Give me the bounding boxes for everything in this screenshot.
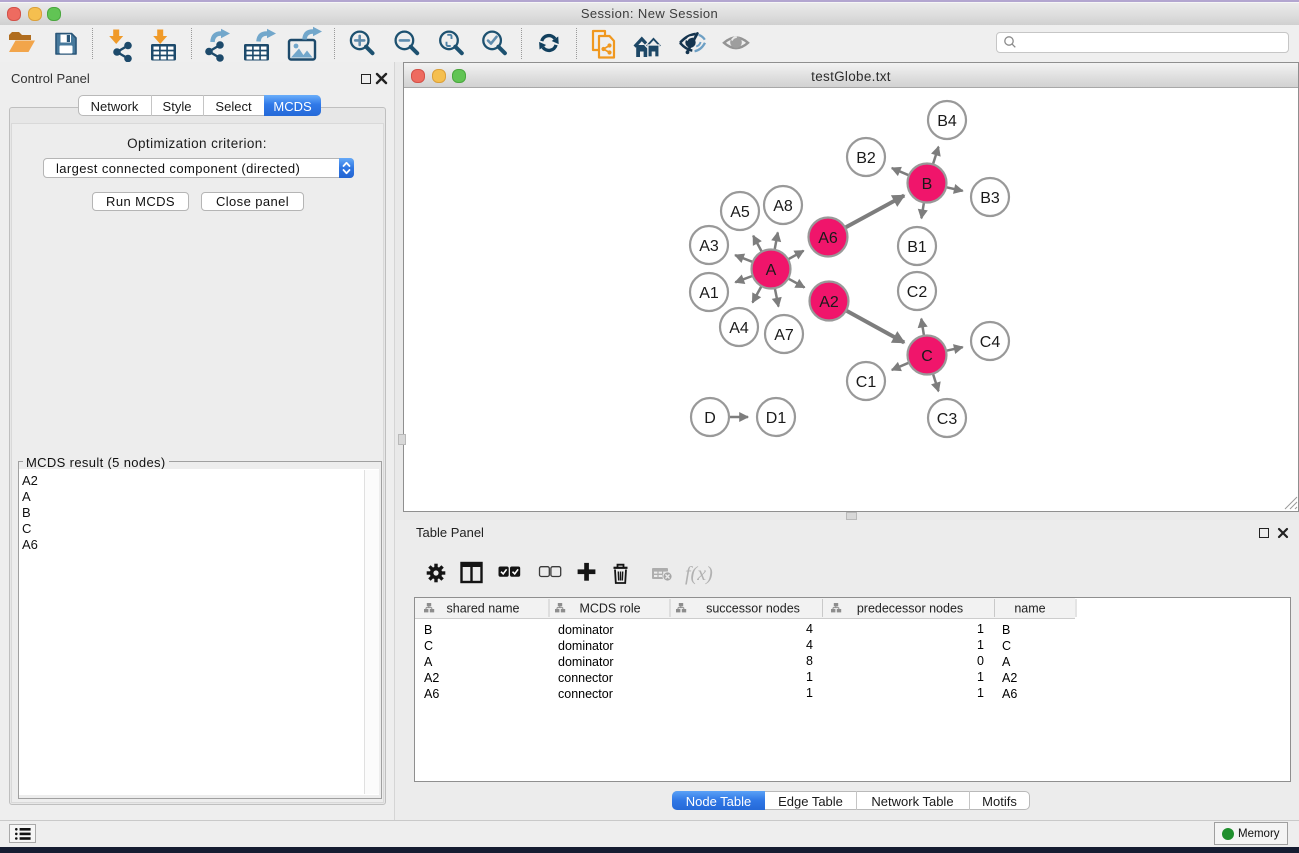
svg-text:name: name bbox=[1014, 602, 1045, 616]
svg-text:C2: C2 bbox=[907, 284, 928, 301]
svg-text:A: A bbox=[1002, 655, 1011, 669]
svg-text:A2: A2 bbox=[1002, 671, 1017, 685]
svg-text:B: B bbox=[1002, 623, 1010, 637]
svg-text:A1: A1 bbox=[699, 285, 719, 302]
svg-text:4: 4 bbox=[806, 622, 813, 636]
svg-text:1: 1 bbox=[977, 622, 984, 636]
svg-text:dominator: dominator bbox=[558, 623, 614, 637]
svg-text:A3: A3 bbox=[699, 238, 719, 255]
svg-text:connector: connector bbox=[558, 671, 613, 685]
svg-text:D: D bbox=[704, 410, 716, 427]
svg-text:A: A bbox=[424, 655, 433, 669]
svg-text:C: C bbox=[921, 348, 933, 365]
svg-text:dominator: dominator bbox=[558, 655, 614, 669]
svg-text:8: 8 bbox=[806, 654, 813, 668]
svg-text:D1: D1 bbox=[766, 410, 787, 427]
svg-text:B: B bbox=[922, 176, 933, 193]
svg-text:A6: A6 bbox=[424, 687, 439, 701]
svg-text:B2: B2 bbox=[856, 150, 876, 167]
svg-text:1: 1 bbox=[806, 670, 813, 684]
svg-text:1: 1 bbox=[977, 670, 984, 684]
svg-text:successor nodes: successor nodes bbox=[706, 602, 800, 616]
svg-text:1: 1 bbox=[977, 638, 984, 652]
svg-text:dominator: dominator bbox=[558, 639, 614, 653]
svg-text:4: 4 bbox=[806, 638, 813, 652]
svg-text:A6: A6 bbox=[1002, 687, 1017, 701]
svg-text:A6: A6 bbox=[818, 230, 838, 247]
svg-text:predecessor nodes: predecessor nodes bbox=[857, 602, 963, 616]
svg-text:C1: C1 bbox=[856, 374, 877, 391]
svg-text:MCDS role: MCDS role bbox=[579, 602, 640, 616]
svg-text:A2: A2 bbox=[819, 294, 839, 311]
svg-text:B: B bbox=[424, 623, 432, 637]
svg-text:B1: B1 bbox=[907, 239, 927, 256]
svg-text:A8: A8 bbox=[773, 198, 793, 215]
svg-text:A4: A4 bbox=[729, 320, 749, 337]
svg-text:B3: B3 bbox=[980, 190, 1000, 207]
svg-text:0: 0 bbox=[977, 654, 984, 668]
svg-text:C: C bbox=[424, 639, 433, 653]
svg-text:C3: C3 bbox=[937, 411, 958, 428]
svg-text:A: A bbox=[766, 262, 777, 279]
svg-text:C: C bbox=[1002, 639, 1011, 653]
svg-text:B4: B4 bbox=[937, 113, 957, 130]
svg-text:f(x): f(x) bbox=[685, 563, 713, 585]
svg-text:A5: A5 bbox=[730, 204, 750, 221]
svg-text:1: 1 bbox=[977, 686, 984, 700]
svg-text:A2: A2 bbox=[424, 671, 439, 685]
svg-text:shared name: shared name bbox=[447, 602, 520, 616]
svg-text:connector: connector bbox=[558, 687, 613, 701]
svg-text:A7: A7 bbox=[774, 327, 794, 344]
svg-text:1: 1 bbox=[806, 686, 813, 700]
svg-text:C4: C4 bbox=[980, 334, 1001, 351]
